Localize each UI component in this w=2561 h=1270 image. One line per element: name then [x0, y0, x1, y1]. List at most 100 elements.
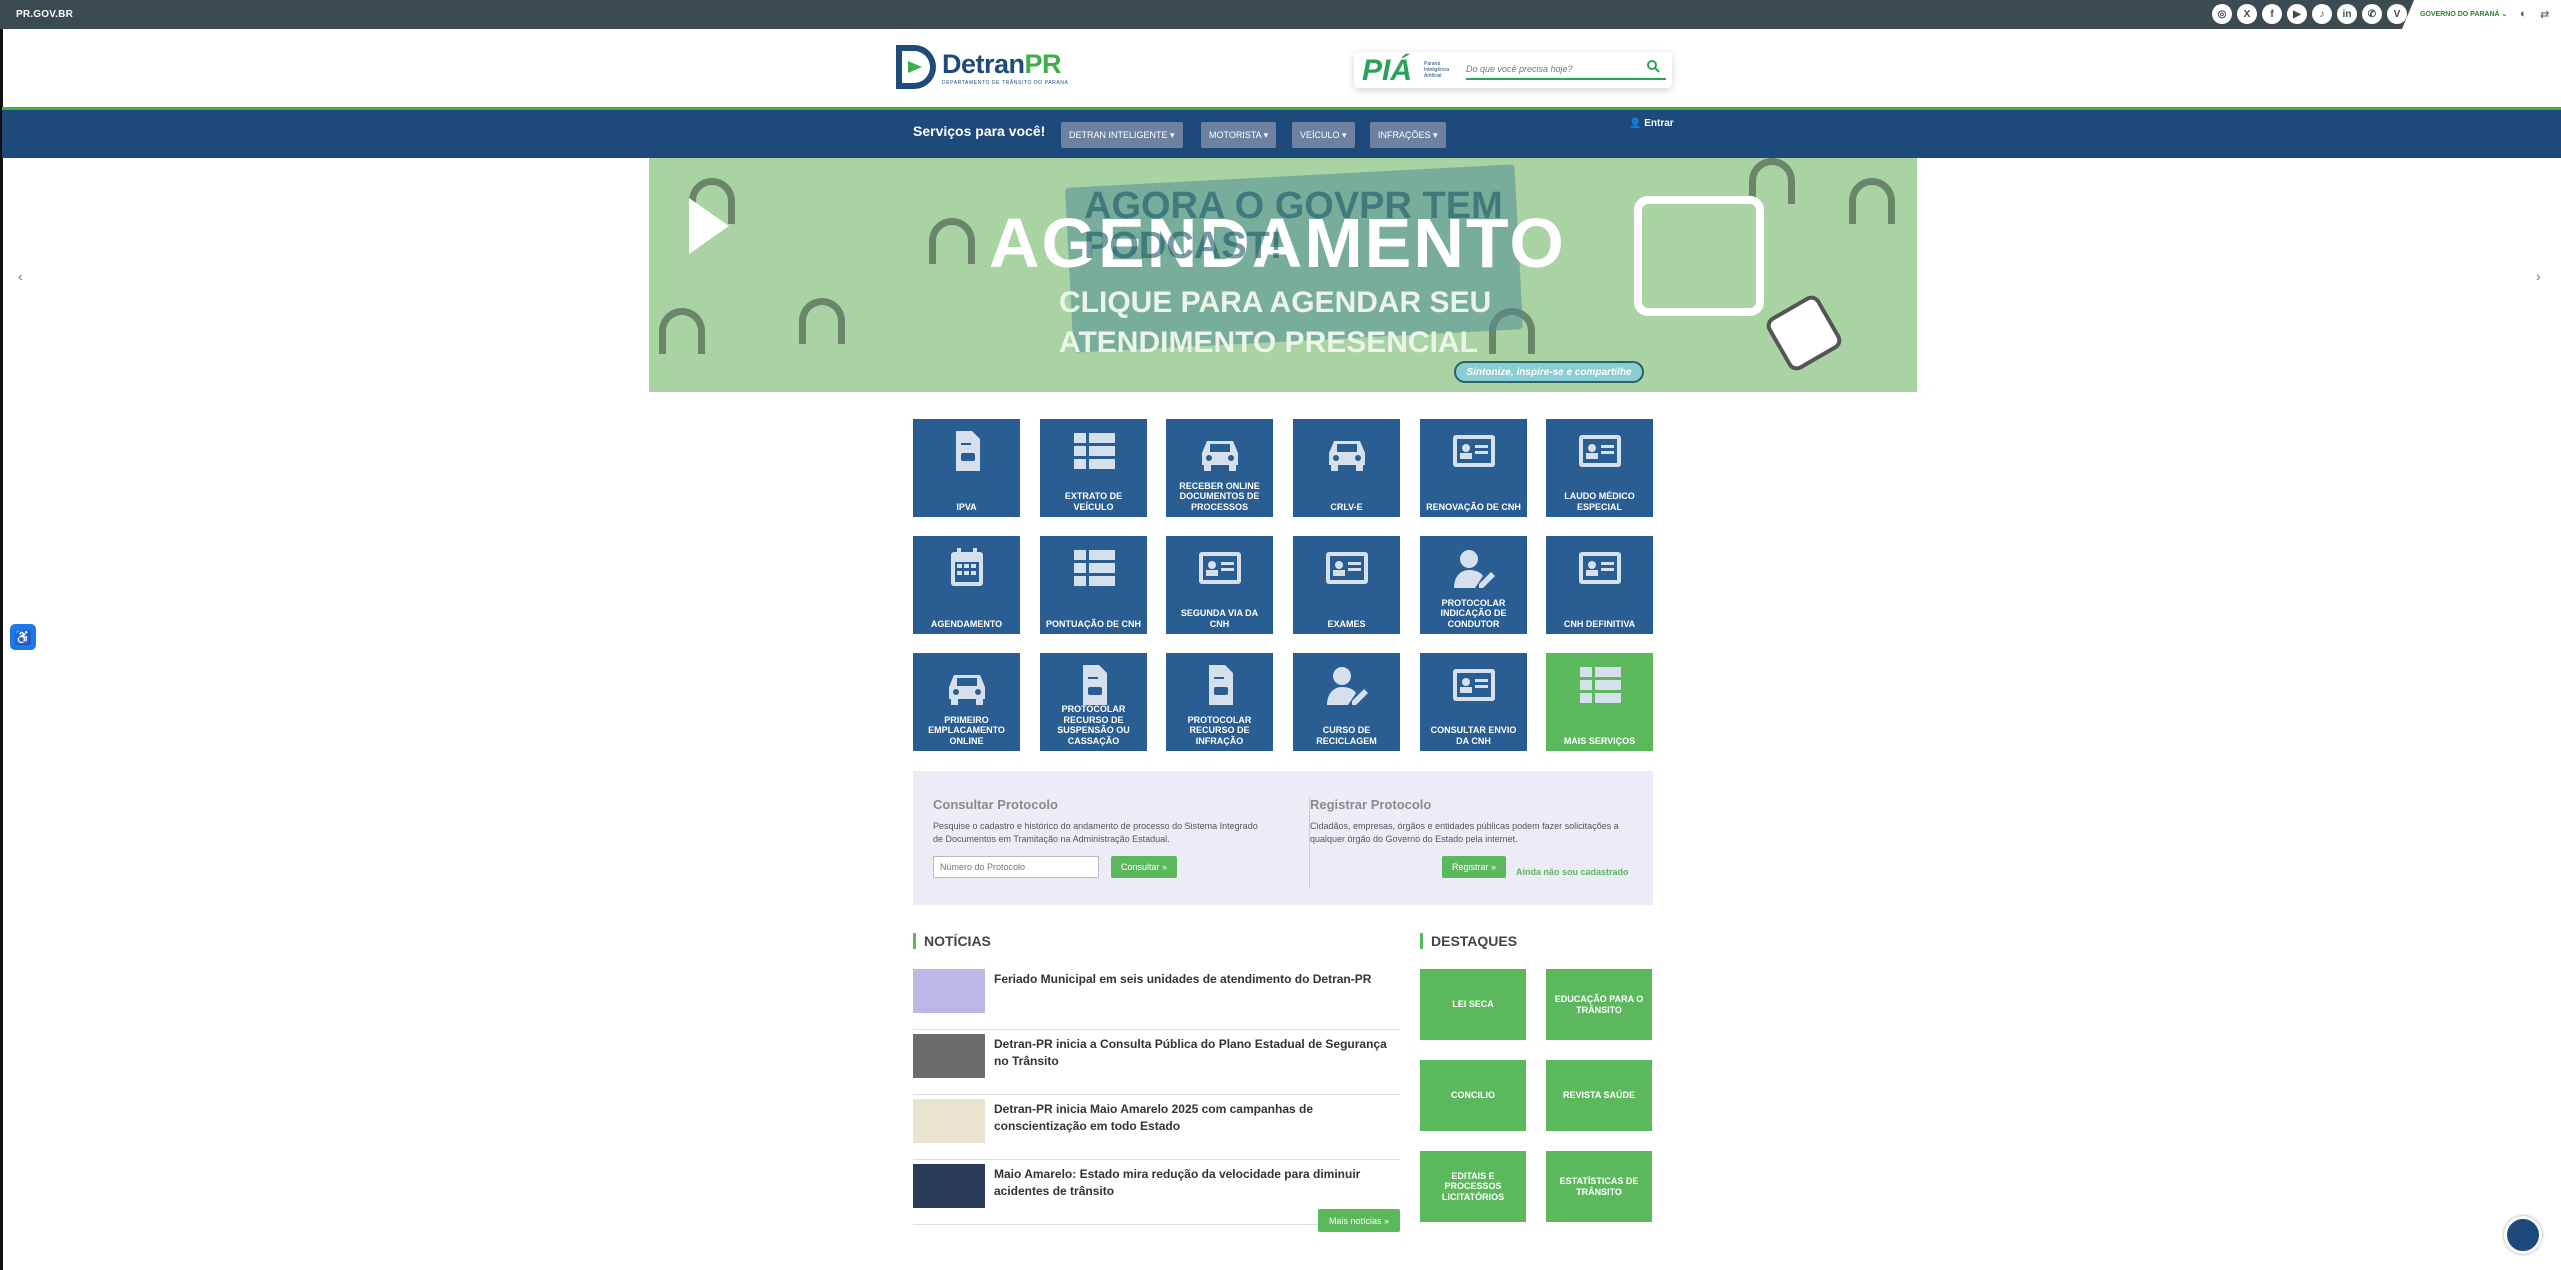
banner-tagline: Sintonize, inspire-se e compartilhe: [1454, 361, 1644, 383]
service-tile-label: CNH Definitiva: [1563, 618, 1636, 629]
service-tile[interactable]: CRLV-e: [1293, 419, 1400, 517]
search-icon[interactable]: [1646, 59, 1660, 73]
banner-sub1: CLIQUE PARA AGENDAR SEU: [1059, 286, 1492, 319]
service-tile-label: Extrato de Veículo: [1064, 491, 1123, 512]
service-tile[interactable]: Mais Serviços: [1546, 653, 1653, 751]
highlight-label: Concilio: [1451, 1090, 1495, 1101]
banner-overlay-text: AGORA O GOVPR TEM PODCAST!: [1084, 185, 1503, 267]
highlight-card[interactable]: Educação para o Trânsito: [1546, 969, 1652, 1040]
highlight-card[interactable]: Estatísticas de Trânsito: [1546, 1151, 1652, 1222]
v-icon[interactable]: V: [2387, 4, 2407, 24]
tiktok-icon[interactable]: ♪: [2312, 4, 2332, 24]
service-tile-label: CRLV-e: [1330, 501, 1363, 512]
search-input[interactable]: [1466, 60, 1666, 80]
calendar-icon: [1634, 196, 1764, 316]
service-tile-label: Receber Online Documentos de Processos: [1179, 480, 1260, 512]
news-thumbnail: [913, 1034, 985, 1078]
service-tile[interactable]: Primeiro Emplacamento Online: [913, 653, 1020, 751]
service-tile-label: Renovação de CNH: [1426, 501, 1521, 512]
service-tile-label: Curso de Reciclagem: [1316, 725, 1377, 746]
highlight-card[interactable]: Revista Saúde: [1546, 1060, 1652, 1131]
login-button[interactable]: 👤 Entrar: [1629, 118, 1674, 129]
gov-parana-dropdown[interactable]: GOVERNO DO PARANÁ ⌄: [2420, 10, 2507, 18]
whatsapp-icon[interactable]: ✆: [2362, 4, 2382, 24]
protocol-number-input[interactable]: [933, 856, 1099, 878]
service-tile[interactable]: Segunda via da CNH: [1166, 536, 1273, 634]
facebook-icon[interactable]: f: [2262, 4, 2282, 24]
chatbot-icon[interactable]: [2504, 1216, 2542, 1254]
service-tile[interactable]: CNH Definitiva: [1546, 536, 1653, 634]
list-icon: [1071, 429, 1117, 473]
service-tile[interactable]: Laudo Médico Especial: [1546, 419, 1653, 517]
news-item[interactable]: Feriado Municipal em seis unidades de at…: [913, 965, 1400, 1030]
car-icon: [944, 663, 990, 707]
menu-motorista[interactable]: MOTORISTA ▾: [1201, 122, 1277, 148]
news-headline[interactable]: Maio Amarelo: Estado mira redução da vel…: [994, 1166, 1400, 1200]
service-tile[interactable]: Exames: [1293, 536, 1400, 634]
highlight-card[interactable]: Lei Seca: [1420, 969, 1526, 1040]
service-tile[interactable]: Agendamento: [913, 536, 1020, 634]
service-tile[interactable]: Protocolar Recurso de Infração: [1166, 653, 1273, 751]
accessibility-icon[interactable]: ♿: [10, 624, 36, 650]
car-icon: [1324, 429, 1370, 473]
service-tile-label: Protocolar Recurso de Suspensão ou Cassa…: [1057, 704, 1130, 746]
hero-banner[interactable]: AGENDAMENTO AGORA O GOVPR TEM PODCAST! C…: [649, 158, 1917, 392]
service-tile-label: Exames: [1327, 618, 1366, 629]
service-tile[interactable]: Protocolar Recurso de Suspensão ou Cassa…: [1040, 653, 1147, 751]
pr-gov-link[interactable]: PR.GOV.BR: [16, 9, 73, 20]
user-edit-icon: [1451, 546, 1497, 590]
carousel-prev-icon[interactable]: ‹: [18, 268, 23, 284]
service-tile[interactable]: Pontuação de CNH: [1040, 536, 1147, 634]
service-tile[interactable]: Curso de Reciclagem: [1293, 653, 1400, 751]
service-tile-label: Consultar Envio da CNH: [1430, 725, 1517, 746]
news-headline[interactable]: Feriado Municipal em seis unidades de at…: [994, 971, 1400, 988]
instagram-icon[interactable]: ◎: [2212, 4, 2232, 24]
menu-detran-inteligente[interactable]: DETRAN INTELIGENTE ▾: [1061, 122, 1183, 148]
calendar-icon: [944, 546, 990, 590]
menu-veiculo[interactable]: VEÍCULO ▾: [1292, 122, 1355, 148]
service-tile[interactable]: Renovação de CNH: [1420, 419, 1527, 517]
id-card-icon: [1451, 429, 1497, 473]
x-icon[interactable]: X: [2237, 4, 2257, 24]
translate-icon[interactable]: ⇄: [2540, 8, 2549, 21]
linkedin-icon[interactable]: in: [2337, 4, 2357, 24]
id-card-icon: [1577, 546, 1623, 590]
service-tile[interactable]: Extrato de Veículo: [1040, 419, 1147, 517]
service-tile[interactable]: IPVA: [913, 419, 1020, 517]
user-edit-icon: [1324, 663, 1370, 707]
headphone-graphic: [799, 298, 845, 344]
service-tile[interactable]: Consultar Envio da CNH: [1420, 653, 1527, 751]
register-protocol-text: Cidadãos, empresas, órgãos e entidades p…: [1310, 821, 1619, 844]
highlight-label: Editais e Processos Licitatórios: [1441, 1170, 1505, 1202]
pia-search-box: PIÁ Paraná Inteligência Artificial: [1354, 52, 1672, 88]
more-news-button[interactable]: Mais notícias »: [1318, 1209, 1400, 1232]
id-card-icon: [1577, 429, 1623, 473]
detran-logo[interactable]: DetranPR DEPARTAMENTO DE TRÂNSITO DO PAR…: [896, 45, 1068, 89]
service-tile-label: Segunda via da CNH: [1180, 608, 1259, 629]
document-car-icon: [1197, 663, 1243, 707]
pointer-hand-icon: [1763, 292, 1845, 374]
headphone-graphic: [929, 218, 975, 264]
register-button[interactable]: Registrar »: [1442, 856, 1506, 878]
service-tile-label: Protocolar Recurso de Infração: [1187, 714, 1252, 746]
highlight-card[interactable]: Editais e Processos Licitatórios: [1420, 1151, 1526, 1222]
youtube-icon[interactable]: ▶: [2287, 4, 2307, 24]
service-tile[interactable]: Protocolar Indicação de Condutor: [1420, 536, 1527, 634]
service-tile[interactable]: Receber Online Documentos de Processos: [1166, 419, 1273, 517]
news-headline[interactable]: Detran-PR inicia Maio Amarelo 2025 com c…: [994, 1101, 1400, 1135]
consult-button[interactable]: Consultar »: [1111, 856, 1177, 878]
contrast-icon[interactable]: ◐: [2520, 8, 2527, 20]
news-item[interactable]: Detran-PR inicia Maio Amarelo 2025 com c…: [913, 1095, 1400, 1160]
carousel-next-icon[interactable]: ›: [2536, 268, 2541, 284]
news-title: NOTÍCIAS: [913, 933, 991, 949]
id-card-icon: [1324, 546, 1370, 590]
menu-infracoes[interactable]: INFRAÇÕES ▾: [1370, 122, 1446, 148]
news-item[interactable]: Detran-PR inicia a Consulta Pública do P…: [913, 1030, 1400, 1095]
top-bar: PR.GOV.BR ◎ X f ▶ ♪ in ✆ V GOVERNO DO PA…: [0, 0, 2561, 29]
highlight-card[interactable]: Concilio: [1420, 1060, 1526, 1131]
not-registered-link[interactable]: Ainda não sou cadastrado: [1516, 867, 1629, 877]
news-thumbnail: [913, 1099, 985, 1143]
highlights-title: DESTAQUES: [1420, 933, 1517, 949]
news-headline[interactable]: Detran-PR inicia a Consulta Pública do P…: [994, 1036, 1400, 1070]
pia-logo: PIÁ: [1362, 54, 1413, 87]
